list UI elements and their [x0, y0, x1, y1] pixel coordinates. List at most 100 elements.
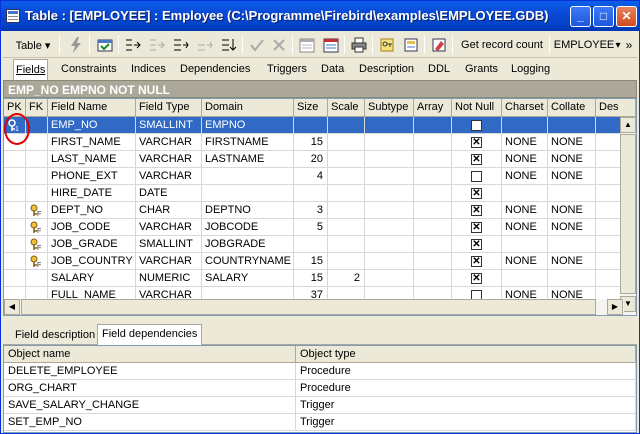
pk-cell[interactable]	[4, 219, 26, 236]
column-header-not-null[interactable]: Not Null	[452, 99, 502, 117]
column-header-collate[interactable]: Collate	[548, 99, 596, 117]
type-cell[interactable]: NUMERIC	[136, 270, 202, 287]
domain-cell[interactable]	[202, 185, 294, 202]
table-row[interactable]: FIRST_NAME VARCHAR FIRSTNAME 15 ✕ NONE NONE	[4, 134, 636, 151]
fk-cell[interactable]: F	[26, 253, 48, 270]
name-cell[interactable]: JOB_CODE	[48, 219, 136, 236]
scale-cell[interactable]	[328, 219, 365, 236]
subtype-cell[interactable]	[365, 151, 414, 168]
table-row[interactable]: F JOB_GRADE SMALLINT JOBGRADE ✕	[4, 236, 636, 253]
employee-dropdown[interactable]: EMPLOYEE	[552, 34, 616, 56]
object-name-cell[interactable]: SET_EMP_NO	[4, 414, 296, 431]
pk-cell[interactable]	[4, 253, 26, 270]
not-null-checkbox-cell[interactable]: ✕	[452, 236, 502, 253]
scale-cell[interactable]	[328, 253, 365, 270]
subtype-cell[interactable]	[365, 253, 414, 270]
subtype-cell[interactable]	[365, 202, 414, 219]
list-item[interactable]: DELETE_EMPLOYEE Procedure	[4, 363, 636, 380]
domain-cell[interactable]: DEPTNO	[202, 202, 294, 219]
fk-cell[interactable]: F	[26, 236, 48, 253]
table-row[interactable]: F JOB_COUNTRY VARCHAR COUNTRYNAME 15 ✕ NONE NON…	[4, 253, 636, 270]
column-header-fk[interactable]: FK	[26, 99, 48, 117]
type-cell[interactable]: VARCHAR	[136, 253, 202, 270]
table-dropdown[interactable]: Table ▾	[9, 34, 57, 56]
collate-cell[interactable]: NONE	[548, 253, 596, 270]
type-cell[interactable]: DATE	[136, 185, 202, 202]
charset-cell[interactable]: NONE	[502, 151, 548, 168]
domain-cell[interactable]: LASTNAME	[202, 151, 294, 168]
column-header-object-name[interactable]: Object name	[4, 346, 296, 363]
size-cell[interactable]: 4	[294, 168, 328, 185]
array-cell[interactable]	[414, 253, 452, 270]
fk-cell[interactable]	[26, 168, 48, 185]
array-cell[interactable]	[414, 219, 452, 236]
column-header-description[interactable]: Des	[596, 99, 636, 117]
size-cell[interactable]	[294, 185, 328, 202]
collate-cell[interactable]	[548, 185, 596, 202]
calendar-icon[interactable]	[296, 34, 318, 56]
type-cell[interactable]: VARCHAR	[136, 134, 202, 151]
list-item[interactable]: SAVE_SALARY_CHANGE Trigger	[4, 397, 636, 414]
fk-cell[interactable]	[26, 151, 48, 168]
collate-cell[interactable]: NONE	[548, 202, 596, 219]
array-cell[interactable]	[414, 202, 452, 219]
toolbar-overflow-icon[interactable]: »	[623, 34, 635, 56]
checked-box-icon[interactable]: ✕	[471, 222, 482, 233]
move-disabled-icon[interactable]	[194, 34, 216, 56]
column-header-size[interactable]: Size	[294, 99, 328, 117]
not-null-checkbox-cell[interactable]: ✕	[452, 185, 502, 202]
eraser-icon[interactable]	[428, 34, 450, 56]
fields-grid[interactable]: PK FK Field Name Field Type Domain Size …	[3, 98, 637, 316]
not-null-checkbox-cell[interactable]: ✕	[452, 151, 502, 168]
charset-cell[interactable]	[502, 185, 548, 202]
not-null-checkbox-cell[interactable]: ✕	[452, 117, 502, 134]
fk-cell[interactable]	[26, 134, 48, 151]
fk-cell[interactable]: F	[26, 202, 48, 219]
name-cell[interactable]: PHONE_EXT	[48, 168, 136, 185]
subtype-cell[interactable]	[365, 168, 414, 185]
chevron-down-icon[interactable]: ▾	[614, 34, 622, 56]
subtype-cell[interactable]	[365, 134, 414, 151]
checked-box-icon[interactable]: ✕	[471, 137, 482, 148]
scale-cell[interactable]	[328, 151, 365, 168]
size-cell[interactable]: 15	[294, 253, 328, 270]
scale-cell[interactable]	[328, 185, 365, 202]
domain-cell[interactable]: EMPNO	[202, 117, 294, 134]
get-record-count-button[interactable]: Get record count	[456, 34, 548, 56]
object-type-cell[interactable]: Procedure	[296, 363, 636, 380]
size-cell[interactable]: 15	[294, 270, 328, 287]
horizontal-scroll-thumb[interactable]	[21, 299, 596, 315]
fk-cell[interactable]	[26, 185, 48, 202]
close-button[interactable]: ✕	[616, 6, 637, 27]
name-cell[interactable]: JOB_COUNTRY	[48, 253, 136, 270]
list-item[interactable]: ORG_CHART Procedure	[4, 380, 636, 397]
checked-box-icon[interactable]: ✕	[471, 188, 482, 199]
unchecked-box-icon[interactable]	[471, 171, 482, 182]
checked-box-icon[interactable]: ✕	[471, 273, 482, 284]
column-header-field-type[interactable]: Field Type	[136, 99, 202, 117]
cancel-icon[interactable]	[268, 34, 290, 56]
object-type-cell[interactable]: Trigger	[296, 414, 636, 431]
domain-cell[interactable]: JOBGRADE	[202, 236, 294, 253]
table-row[interactable]: F DEPT_NO CHAR DEPTNO 3 ✕ NONE NONE	[4, 202, 636, 219]
charset-cell[interactable]	[502, 270, 548, 287]
object-name-cell[interactable]: SAVE_SALARY_CHANGE	[4, 397, 296, 414]
vertical-scrollbar[interactable]: ▲ ▼	[620, 117, 636, 315]
key-icon[interactable]	[376, 34, 398, 56]
subtype-cell[interactable]	[365, 270, 414, 287]
table-row[interactable]: HIRE_DATE DATE ✕	[4, 185, 636, 202]
name-cell[interactable]: LAST_NAME	[48, 151, 136, 168]
array-cell[interactable]	[414, 151, 452, 168]
not-null-checkbox-cell[interactable]: ✕	[452, 202, 502, 219]
type-cell[interactable]: SMALLINT	[136, 117, 202, 134]
charset-cell[interactable]: NONE	[502, 253, 548, 270]
domain-cell[interactable]: SALARY	[202, 270, 294, 287]
scroll-thumb[interactable]	[620, 134, 636, 294]
tab-field-dependencies[interactable]: Field dependencies	[97, 324, 203, 345]
tab-field-description[interactable]: Field description	[11, 326, 99, 344]
insert-field-icon[interactable]	[122, 34, 144, 56]
scale-cell[interactable]	[328, 168, 365, 185]
table-row[interactable]: LAST_NAME VARCHAR LASTNAME 20 ✕ NONE NONE	[4, 151, 636, 168]
charset-cell[interactable]: NONE	[502, 202, 548, 219]
domain-cell[interactable]: FIRSTNAME	[202, 134, 294, 151]
